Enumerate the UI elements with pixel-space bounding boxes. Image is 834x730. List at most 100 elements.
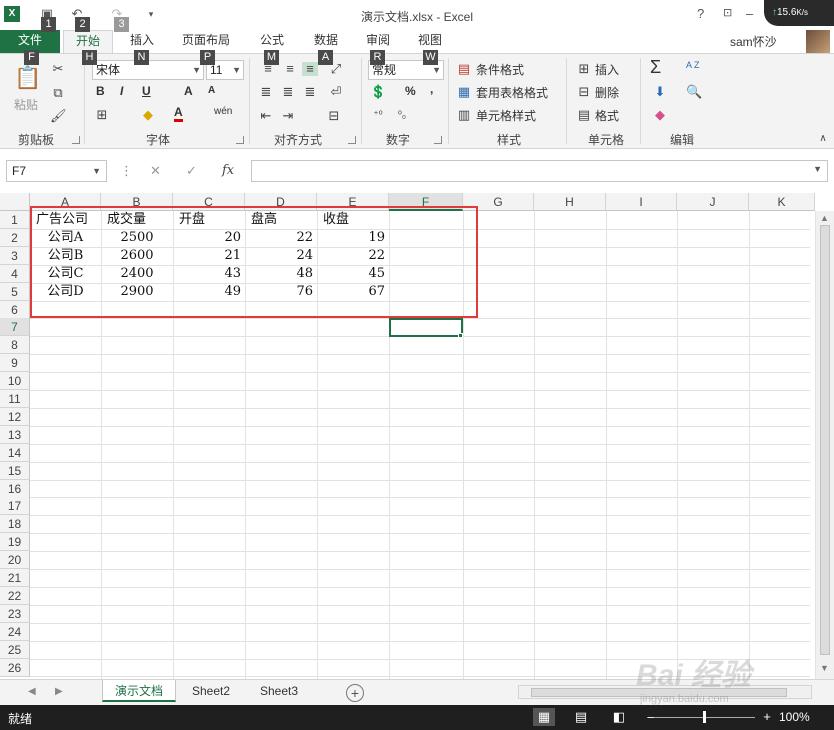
conditional-format-button[interactable]: 条件格式 xyxy=(476,61,524,78)
delete-cells-icon[interactable]: ⊟ xyxy=(576,85,592,99)
user-name[interactable]: sam怀沙 xyxy=(730,33,777,50)
format-cells-button[interactable]: 格式 xyxy=(595,107,619,124)
italic-button[interactable]: I xyxy=(120,84,123,98)
insert-function-button[interactable]: fx xyxy=(222,163,234,178)
worksheet-grid[interactable]: ▲ ▼ A B C D E F G H I J K 1 2 3 4 5 6 7 8 9 10 11 12 13 14 15 16 17… xyxy=(0,193,834,679)
row-header-22[interactable]: 22 xyxy=(0,586,30,605)
clear-icon[interactable]: ◆ xyxy=(652,108,668,122)
column-header-i[interactable]: I xyxy=(606,193,677,211)
zoom-level[interactable]: 100% xyxy=(779,710,810,724)
cancel-icon[interactable]: ✕ xyxy=(150,163,161,179)
paste-icon[interactable]: 📋 xyxy=(14,64,41,92)
row-header-25[interactable]: 25 xyxy=(0,640,30,659)
grow-font-button[interactable]: A xyxy=(184,84,193,98)
row-header-2[interactable]: 2 xyxy=(0,228,30,247)
fill-icon[interactable]: ⬇ xyxy=(652,85,668,99)
decrease-indent-icon[interactable]: ⇤ xyxy=(258,109,274,123)
paste-button[interactable]: 粘贴 xyxy=(14,96,38,113)
underline-button[interactable]: U xyxy=(142,84,151,98)
sheet-tab-sheet3[interactable]: Sheet3 xyxy=(246,680,312,702)
row-header-1[interactable]: 1 xyxy=(0,211,30,229)
borders-icon[interactable]: ⊞ xyxy=(94,108,110,122)
sheet-tab-demo[interactable]: 演示文档 xyxy=(102,680,176,702)
row-header-19[interactable]: 19 xyxy=(0,533,30,552)
row-header-23[interactable]: 23 xyxy=(0,604,30,623)
scroll-up-icon[interactable]: ▲ xyxy=(820,213,829,223)
page-layout-view-icon[interactable]: ▤ xyxy=(570,708,592,726)
formula-input[interactable]: ▼ xyxy=(251,160,828,182)
row-header-8[interactable]: 8 xyxy=(0,336,30,355)
row-header-18[interactable]: 18 xyxy=(0,515,30,534)
vertical-scrollbar[interactable]: ▲ ▼ xyxy=(815,211,834,679)
row-header-7[interactable]: 7 xyxy=(0,318,30,337)
row-header-11[interactable]: 11 xyxy=(0,390,30,408)
increase-decimal-icon[interactable]: ⁺⁰ xyxy=(370,109,386,123)
decrease-decimal-icon[interactable]: ⁰₀ xyxy=(394,109,410,123)
vertical-scroll-thumb[interactable] xyxy=(820,225,830,655)
minimize-icon[interactable]: – xyxy=(746,6,753,21)
help-button[interactable]: ? xyxy=(697,6,704,21)
column-header-k[interactable]: K xyxy=(749,193,815,211)
zoom-slider-thumb[interactable] xyxy=(703,711,706,723)
currency-icon[interactable]: 💲 xyxy=(370,85,386,99)
cut-icon[interactable]: ✂ xyxy=(50,62,66,76)
row-header-21[interactable]: 21 xyxy=(0,569,30,587)
row-header-10[interactable]: 10 xyxy=(0,372,30,391)
row-header-14[interactable]: 14 xyxy=(0,443,30,462)
bold-button[interactable]: B xyxy=(96,84,105,98)
row-header-15[interactable]: 15 xyxy=(0,461,30,480)
row-header-4[interactable]: 4 xyxy=(0,264,30,283)
delete-cells-button[interactable]: 删除 xyxy=(595,84,619,101)
next-sheet-icon[interactable]: ▶ xyxy=(55,686,63,697)
row-header-20[interactable]: 20 xyxy=(0,551,30,570)
enter-icon[interactable]: ✓ xyxy=(186,163,197,179)
wrap-text-icon[interactable]: ⏎ xyxy=(328,85,344,99)
cell-styles-button[interactable]: 单元格样式 xyxy=(476,107,536,124)
cell-styles-icon[interactable]: ▥ xyxy=(456,108,472,122)
increase-indent-icon[interactable]: ⇥ xyxy=(280,109,296,123)
merge-center-icon[interactable]: ⊟ xyxy=(326,109,342,123)
active-cell[interactable] xyxy=(389,318,463,337)
shrink-font-button[interactable]: A xyxy=(208,85,215,96)
column-header-h[interactable]: H xyxy=(534,193,606,211)
font-color-button[interactable]: A xyxy=(174,106,183,122)
row-header-12[interactable]: 12 xyxy=(0,407,30,426)
insert-cells-icon[interactable]: ⊞ xyxy=(576,62,592,76)
prev-sheet-icon[interactable]: ◀ xyxy=(28,686,36,697)
fill-color-icon[interactable]: ◆ xyxy=(140,108,156,122)
row-header-16[interactable]: 16 xyxy=(0,479,30,498)
format-as-table-button[interactable]: 套用表格格式 xyxy=(476,84,548,101)
row-header-5[interactable]: 5 xyxy=(0,282,30,301)
zoom-in-icon[interactable]: + xyxy=(756,708,778,726)
format-cells-icon[interactable]: ▤ xyxy=(576,108,592,122)
scroll-down-icon[interactable]: ▼ xyxy=(820,663,829,673)
align-bottom-icon[interactable]: ≡ xyxy=(302,62,318,76)
row-header-9[interactable]: 9 xyxy=(0,354,30,373)
row-header-3[interactable]: 3 xyxy=(0,246,30,265)
insert-cells-button[interactable]: 插入 xyxy=(595,61,619,78)
phonetic-button[interactable]: wén xyxy=(214,106,232,117)
fill-handle[interactable] xyxy=(458,333,463,338)
align-right-icon[interactable]: ≣ xyxy=(302,85,318,99)
avatar[interactable] xyxy=(806,30,830,54)
page-break-view-icon[interactable]: ◧ xyxy=(608,708,630,726)
row-header-6[interactable]: 6 xyxy=(0,300,30,319)
name-box[interactable]: F7 ▼ xyxy=(6,160,107,182)
row-header-13[interactable]: 13 xyxy=(0,425,30,444)
format-painter-icon[interactable]: 🖌 xyxy=(50,109,67,123)
alignment-launcher-icon[interactable] xyxy=(348,136,356,144)
align-middle-icon[interactable]: ≡ xyxy=(282,62,298,76)
sort-filter-button[interactable]: A Z xyxy=(686,60,700,70)
conditional-format-icon[interactable]: ▤ xyxy=(456,62,472,76)
normal-view-icon[interactable]: ▦ xyxy=(533,708,555,726)
row-header-24[interactable]: 24 xyxy=(0,622,30,641)
clipboard-launcher-icon[interactable] xyxy=(72,136,80,144)
ribbon-display-icon[interactable]: ⊡ xyxy=(723,6,732,19)
find-select-icon[interactable]: 🔍 xyxy=(686,85,702,99)
collapse-ribbon-icon[interactable]: ∧ xyxy=(815,132,831,146)
column-header-j[interactable]: J xyxy=(677,193,749,211)
add-sheet-button[interactable]: + xyxy=(346,684,364,702)
comma-button[interactable]: , xyxy=(430,82,433,96)
number-launcher-icon[interactable] xyxy=(434,136,442,144)
format-as-table-icon[interactable]: ▦ xyxy=(456,85,472,99)
